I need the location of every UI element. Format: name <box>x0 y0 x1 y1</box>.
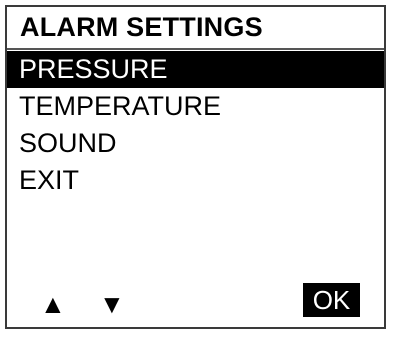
screen-title: ALARM SETTINGS <box>20 12 263 42</box>
menu-item-temperature[interactable]: TEMPERATURE <box>7 88 384 125</box>
title-divider <box>7 48 384 50</box>
ok-button[interactable]: OK <box>303 283 360 317</box>
menu-item-pressure[interactable]: PRESSURE <box>7 51 384 88</box>
alarm-settings-screen: ALARM SETTINGS PRESSURE TEMPERATURE SOUN… <box>5 5 386 329</box>
up-arrow-icon[interactable]: ▲ <box>40 289 66 319</box>
alarm-menu: PRESSURE TEMPERATURE SOUND EXIT <box>7 51 384 199</box>
menu-item-exit[interactable]: EXIT <box>7 162 384 199</box>
menu-item-sound[interactable]: SOUND <box>7 125 384 162</box>
down-arrow-icon[interactable]: ▼ <box>99 289 125 319</box>
